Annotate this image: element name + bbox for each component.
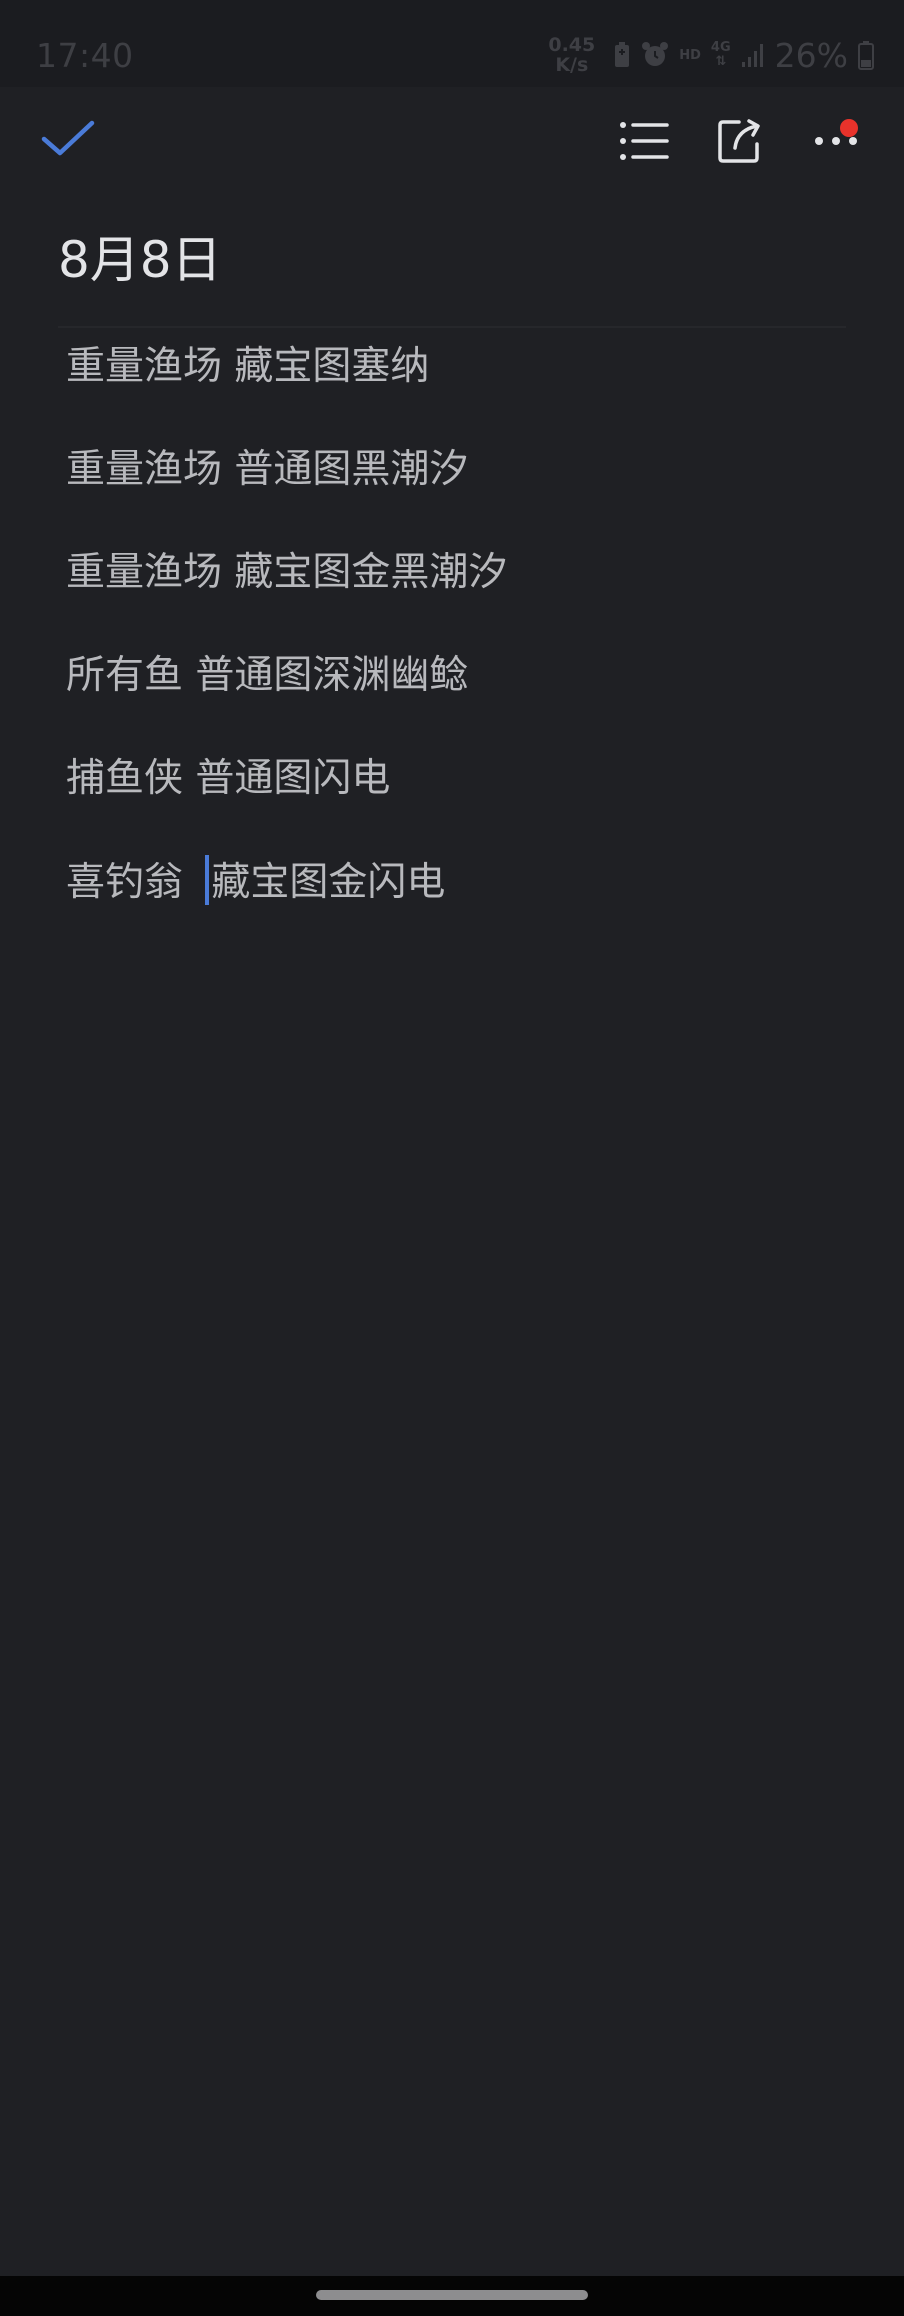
navigation-bar	[0, 2276, 904, 2316]
note-line[interactable]: 重量渔场 普通图黑潮汐	[66, 443, 846, 546]
network-type-label: 4G	[710, 40, 731, 55]
status-icons: 0.45 K/s HD 4G ⇅ 26%	[548, 30, 874, 80]
notification-dot	[840, 119, 858, 137]
share-icon	[718, 119, 760, 163]
note-line[interactable]: 重量渔场 藏宝图塞纳	[66, 340, 846, 443]
battery-icon	[858, 40, 874, 70]
network-speed-unit: K/s	[555, 54, 589, 76]
status-bar: 17:40 0.45 K/s HD 4G ⇅ 26%	[0, 0, 904, 87]
alarm-icon	[641, 41, 669, 69]
text-cursor	[205, 855, 210, 905]
check-icon	[41, 120, 95, 156]
network-speed-value: 0.45	[548, 34, 596, 56]
more-options-button[interactable]	[804, 109, 868, 173]
text-after-cursor: 藏宝图金闪电	[211, 860, 446, 905]
share-button[interactable]	[708, 109, 772, 173]
text-before-cursor: 喜钓翁	[66, 860, 196, 905]
network-speed: 0.45 K/s	[548, 35, 595, 75]
signal-strength-icon	[741, 42, 765, 68]
note-line[interactable]: 所有鱼 普通图深渊幽鲶	[66, 649, 846, 752]
more-dots-icon	[815, 137, 857, 145]
checklist-button[interactable]	[612, 109, 676, 173]
list-icon	[620, 122, 669, 160]
battery-percent: 26%	[774, 35, 848, 75]
editor-toolbar	[0, 87, 904, 197]
home-indicator[interactable]	[316, 2290, 588, 2300]
note-line-active[interactable]: 喜钓翁 藏宝图金闪电	[66, 855, 846, 958]
battery-saver-icon	[613, 41, 631, 69]
note-title[interactable]: 8月8日	[58, 220, 222, 292]
note-line[interactable]: 重量渔场 藏宝图金黑潮汐	[66, 546, 846, 649]
title-divider	[58, 326, 846, 328]
network-type-indicator: 4G ⇅	[711, 41, 731, 69]
note-line[interactable]: 捕鱼侠 普通图闪电	[66, 752, 846, 855]
status-time: 17:40	[36, 36, 134, 75]
note-body-editor[interactable]: 重量渔场 藏宝图塞纳 重量渔场 普通图黑潮汐 重量渔场 藏宝图金黑潮汐 所有鱼 …	[66, 340, 846, 958]
confirm-button[interactable]	[36, 107, 100, 171]
data-arrows-icon: ⇅	[715, 54, 727, 69]
hd-voice-indicator: HD	[679, 47, 701, 63]
